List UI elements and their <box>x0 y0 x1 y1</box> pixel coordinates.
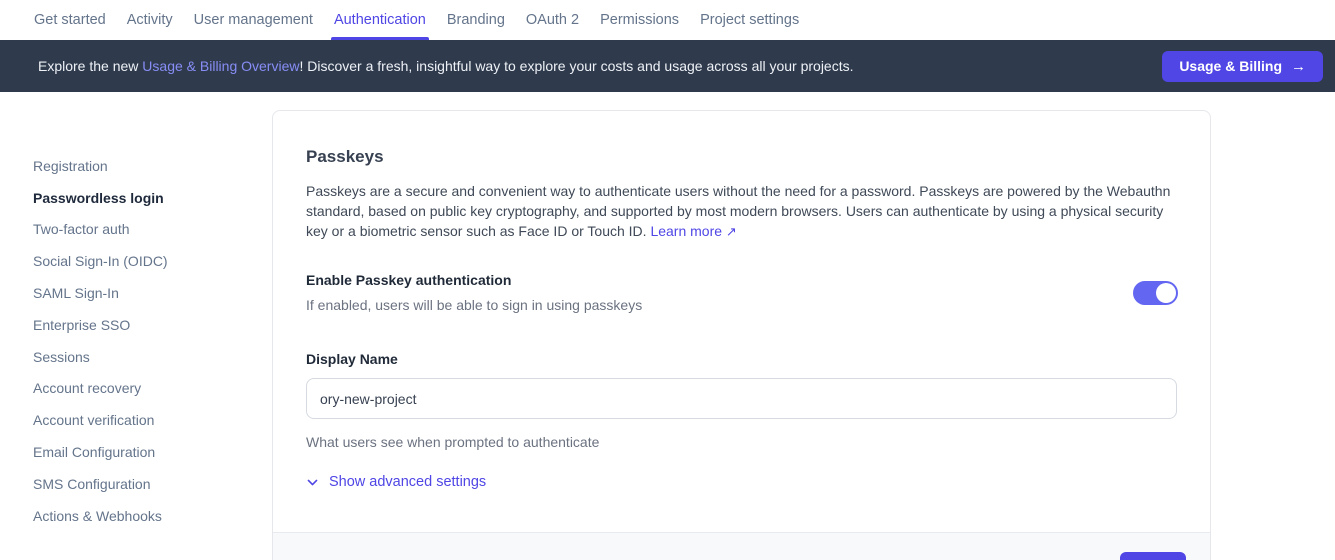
show-advanced-settings-button[interactable]: Show advanced settings <box>306 474 486 490</box>
arrow-right-icon: → <box>1291 58 1306 75</box>
tab-activity[interactable]: Activity <box>126 0 174 40</box>
tab-get-started[interactable]: Get started <box>33 0 107 40</box>
passkeys-card-body: Passkeys Passkeys are a secure and conve… <box>273 111 1210 490</box>
usage-billing-button-label: Usage & Billing <box>1179 58 1282 74</box>
unsaved-changes-status: You have unsaved changes <box>299 552 477 560</box>
display-name-input[interactable] <box>306 378 1177 419</box>
settings-sidebar: Registration Passwordless login Two-fact… <box>33 150 233 532</box>
page-title: Passkeys <box>306 147 1177 167</box>
top-nav: Get started Activity User management Aut… <box>0 0 1335 40</box>
sidebar-item-account-verification[interactable]: Account verification <box>33 404 233 436</box>
unsaved-changes-bar: You have unsaved changes Save <box>273 532 1210 560</box>
tab-user-management[interactable]: User management <box>193 0 314 40</box>
tab-project-settings[interactable]: Project settings <box>699 0 800 40</box>
show-advanced-settings-label: Show advanced settings <box>329 474 486 490</box>
save-button[interactable]: Save <box>1120 552 1186 560</box>
chevron-down-icon <box>306 476 319 489</box>
sidebar-item-account-recovery[interactable]: Account recovery <box>33 373 233 405</box>
tab-oauth2[interactable]: OAuth 2 <box>525 0 580 40</box>
sidebar-item-enterprise-sso[interactable]: Enterprise SSO <box>33 309 233 341</box>
display-name-helper: What users see when prompted to authenti… <box>306 434 1177 450</box>
toggle-knob <box>1156 283 1176 303</box>
learn-more-link[interactable]: Learn more ↗ <box>650 223 736 239</box>
banner-message: Explore the new Usage & Billing Overview… <box>38 58 854 74</box>
tab-branding[interactable]: Branding <box>446 0 506 40</box>
sidebar-item-actions-webhooks[interactable]: Actions & Webhooks <box>33 500 233 532</box>
display-name-label: Display Name <box>306 351 398 367</box>
passkeys-description: Passkeys are a secure and convenient way… <box>306 181 1177 242</box>
arrow-up-right-icon: ↗ <box>726 224 737 239</box>
sidebar-item-sms-configuration[interactable]: SMS Configuration <box>33 468 233 500</box>
usage-billing-overview-link[interactable]: Usage & Billing Overview <box>142 58 299 74</box>
sidebar-item-two-factor-auth[interactable]: Two-factor auth <box>33 214 233 246</box>
enable-passkey-row: Enable Passkey authentication If enabled… <box>306 272 1177 313</box>
sidebar-item-registration[interactable]: Registration <box>33 150 233 182</box>
passkeys-card: Passkeys Passkeys are a secure and conve… <box>272 110 1211 560</box>
usage-billing-banner: Explore the new Usage & Billing Overview… <box>0 40 1335 92</box>
enable-passkey-description: If enabled, users will be able to sign i… <box>306 297 1133 313</box>
usage-billing-button[interactable]: Usage & Billing → <box>1162 51 1323 82</box>
content-area: Registration Passwordless login Two-fact… <box>0 92 1335 560</box>
sidebar-item-social-sign-in[interactable]: Social Sign-In (OIDC) <box>33 245 233 277</box>
sidebar-item-saml-sign-in[interactable]: SAML Sign-In <box>33 277 233 309</box>
sidebar-item-sessions[interactable]: Sessions <box>33 341 233 373</box>
tab-authentication[interactable]: Authentication <box>333 0 427 40</box>
tab-permissions[interactable]: Permissions <box>599 0 680 40</box>
app-window: Get started Activity User management Aut… <box>0 0 1335 560</box>
sidebar-item-email-configuration[interactable]: Email Configuration <box>33 436 233 468</box>
passkey-toggle[interactable] <box>1133 281 1178 305</box>
enable-passkey-label: Enable Passkey authentication <box>306 272 1133 288</box>
sidebar-item-passwordless-login[interactable]: Passwordless login <box>33 182 233 214</box>
display-name-field: Display Name What users see when prompte… <box>306 351 1177 450</box>
